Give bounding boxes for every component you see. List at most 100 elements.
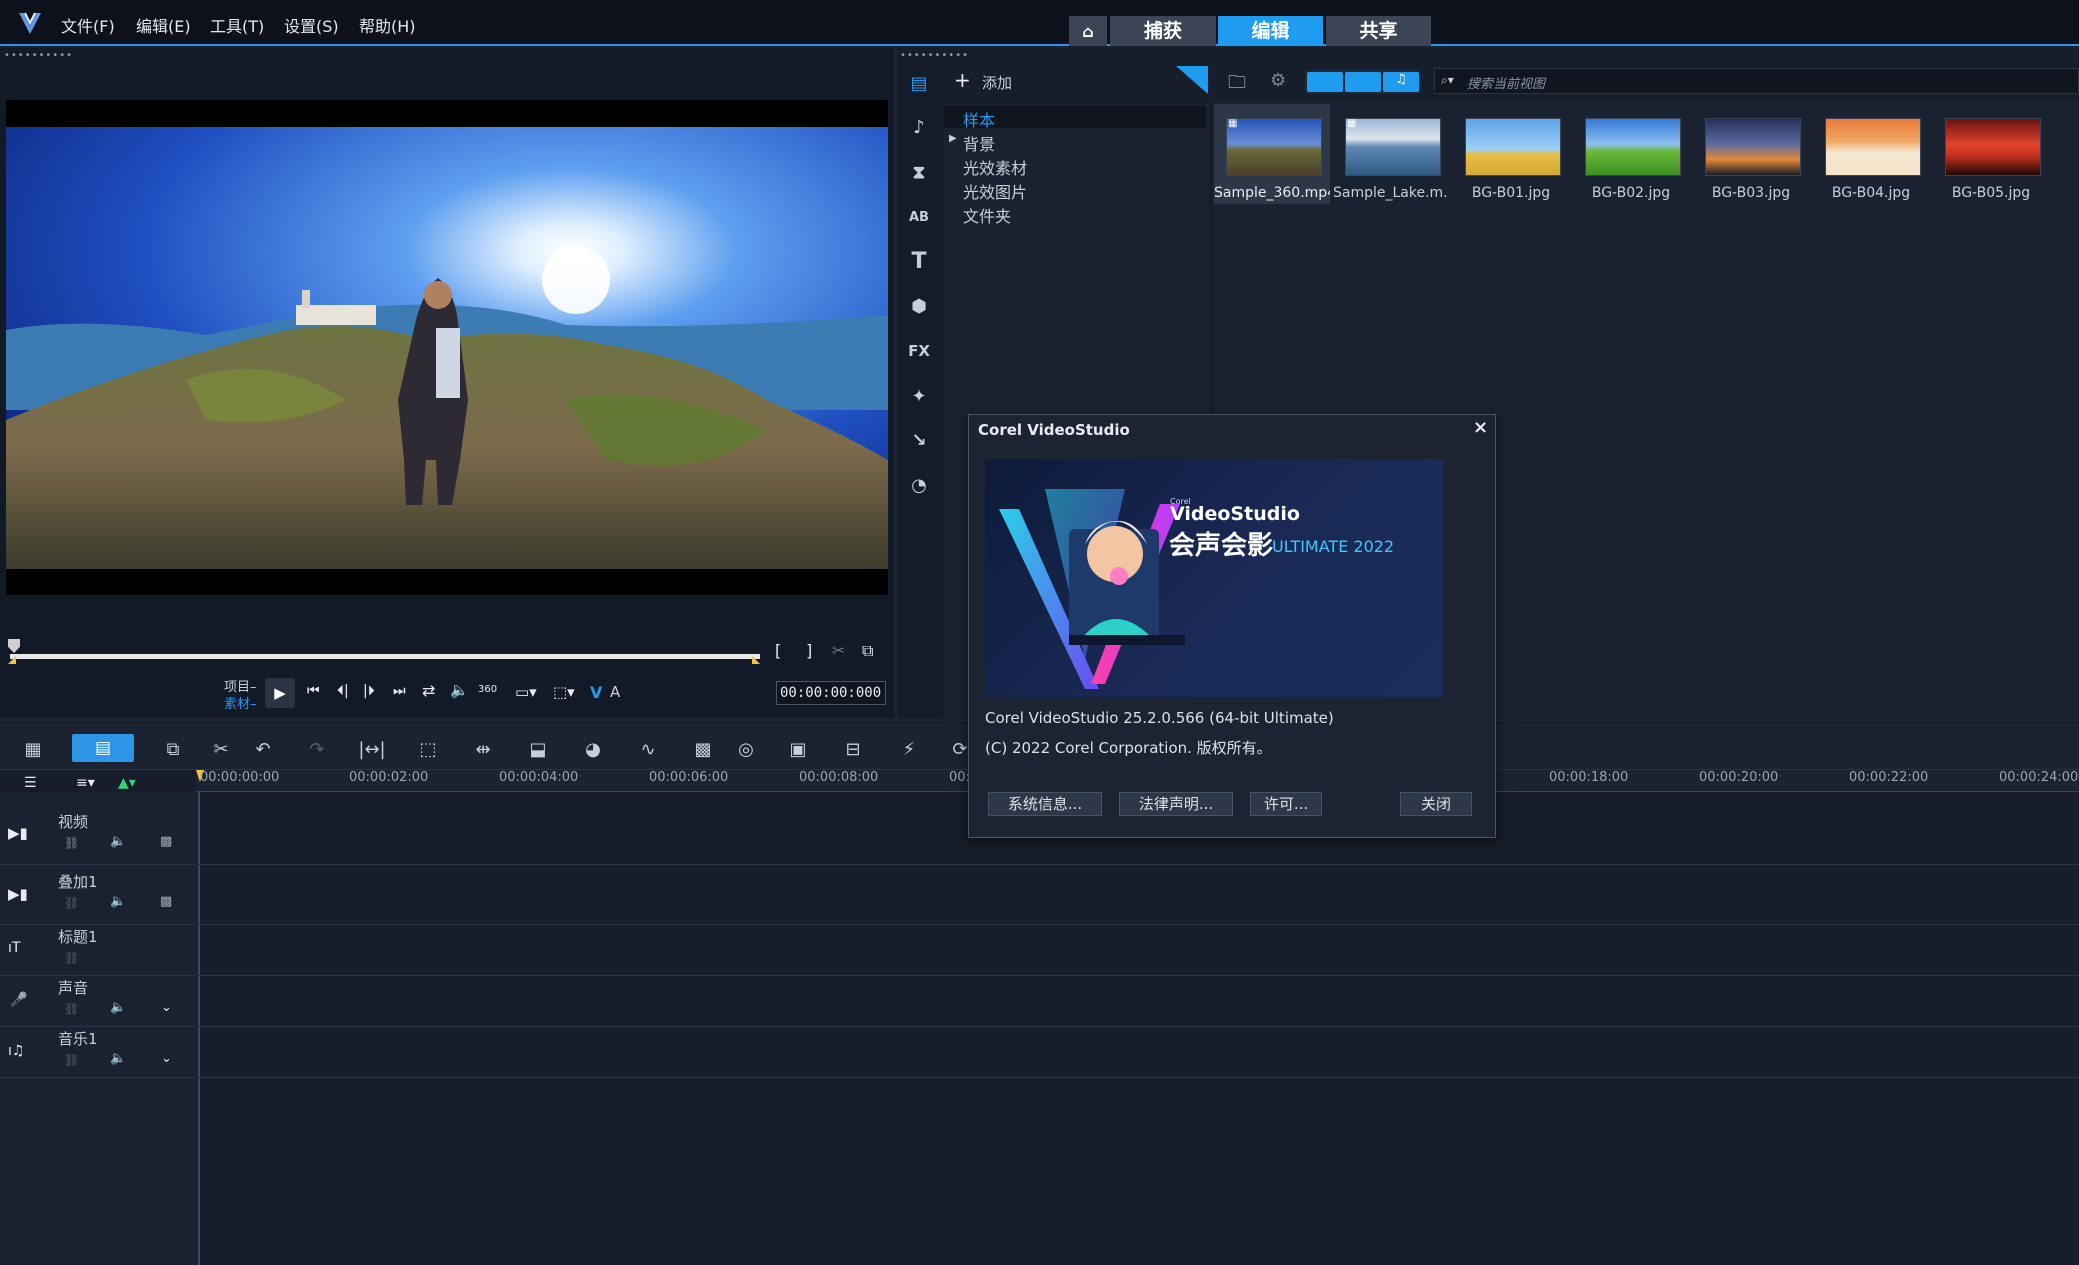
- redo-icon[interactable]: ↷: [302, 736, 332, 762]
- thumbnail-item[interactable]: BG-B01.jpg: [1453, 104, 1569, 204]
- menu-tools[interactable]: 工具(T): [210, 13, 264, 37]
- go-to-start-icon[interactable]: ⏮: [307, 683, 320, 699]
- dialog-close-icon[interactable]: ×: [1473, 417, 1488, 438]
- tree-item-background[interactable]: 背景: [963, 131, 995, 155]
- tab-capture[interactable]: 捕获: [1110, 16, 1216, 46]
- mode-clip-label[interactable]: 素材–: [224, 693, 257, 712]
- track-volume-icon[interactable]: 🔈: [110, 1000, 126, 1015]
- menu-file[interactable]: 文件(F): [61, 13, 115, 37]
- instant-project-icon[interactable]: ♪: [904, 112, 934, 142]
- filter-audio-button[interactable]: ♫: [1383, 72, 1419, 92]
- mark-in-button[interactable]: [: [775, 641, 781, 660]
- transition-icon[interactable]: ⧗: [904, 157, 934, 187]
- copy-icon[interactable]: ⧉: [158, 736, 188, 762]
- timeline-view-button[interactable]: ▤: [72, 734, 134, 762]
- text-icon[interactable]: T: [904, 246, 934, 276]
- speed-icon[interactable]: ◔: [904, 470, 934, 500]
- system-info-button[interactable]: 系统信息...: [988, 792, 1102, 816]
- expand-arrow-icon[interactable]: ▶: [949, 133, 957, 144]
- enlarge-preview-icon[interactable]: ⧉: [862, 641, 873, 661]
- thumbnail-item[interactable]: BG-B04.jpg: [1813, 104, 1929, 204]
- subtitle-icon[interactable]: ▣: [783, 736, 813, 762]
- previous-frame-icon[interactable]: ⏴|: [337, 683, 349, 699]
- preview-mode-icon[interactable]: ▭▾: [515, 683, 537, 701]
- audio-toggle[interactable]: A: [610, 683, 620, 701]
- track-manager-icon[interactable]: ☰: [24, 775, 37, 791]
- scrubber-track[interactable]: [10, 654, 760, 659]
- thumbnail-item[interactable]: BG-B05.jpg: [1933, 104, 2049, 204]
- undo-icon[interactable]: ↶: [248, 736, 278, 762]
- preview-video[interactable]: [6, 100, 888, 595]
- split-icon[interactable]: ⇹: [468, 736, 498, 762]
- search-input[interactable]: ⌕▾ 搜索当前视图: [1434, 68, 2079, 94]
- view-360-button[interactable]: 360: [478, 684, 497, 695]
- volume-icon[interactable]: 🔈: [450, 681, 469, 699]
- tab-edit[interactable]: 编辑: [1218, 16, 1323, 46]
- add-icon[interactable]: +: [954, 68, 971, 92]
- tree-item-folder[interactable]: 文件夹: [963, 203, 1011, 227]
- import-folder-icon[interactable]: 🗀: [1228, 70, 1246, 100]
- legal-notice-button[interactable]: 法律声明...: [1119, 792, 1233, 816]
- close-button[interactable]: 关闭: [1400, 792, 1472, 816]
- link-icon[interactable]: ⛓: [64, 836, 79, 850]
- mark-out-button[interactable]: ]: [806, 641, 812, 660]
- repeat-icon[interactable]: ⇄: [422, 681, 435, 700]
- video-toggle[interactable]: V: [590, 683, 602, 702]
- link-icon[interactable]: ⛓: [64, 896, 79, 910]
- add-folder-label[interactable]: 添加: [982, 72, 1012, 93]
- color-icon[interactable]: ◕: [578, 736, 608, 762]
- settings-gear-icon[interactable]: ⚙: [1270, 70, 1286, 91]
- split-screen-icon[interactable]: ⊟: [838, 736, 868, 762]
- tools-icon[interactable]: ✂: [206, 736, 236, 762]
- thumbnail-item[interactable]: BG-B02.jpg: [1573, 104, 1689, 204]
- chevron-down-icon[interactable]: ⌄: [161, 1000, 172, 1015]
- timecode-field[interactable]: 00:00:00:000: [776, 681, 886, 705]
- menu-edit[interactable]: 编辑(E): [136, 13, 191, 37]
- track-grid-icon[interactable]: ▩: [160, 894, 172, 909]
- link-icon[interactable]: ⛓: [64, 1002, 79, 1016]
- track-volume-icon[interactable]: 🔈: [110, 894, 126, 909]
- add-marker-icon[interactable]: ▲▾: [118, 775, 136, 791]
- audio-wave-icon[interactable]: ∿: [633, 736, 663, 762]
- title-icon[interactable]: AB: [904, 202, 934, 232]
- thumbnail-image: [1945, 118, 2041, 176]
- multicam-icon[interactable]: ▩: [688, 736, 718, 762]
- thumbnail-item[interactable]: ▦ Sample_360.mp4: [1214, 104, 1330, 204]
- filter-photo-button[interactable]: [1345, 72, 1381, 92]
- go-to-end-icon[interactable]: ⏭: [393, 683, 406, 699]
- path-icon[interactable]: ↘: [904, 425, 934, 455]
- media-icon[interactable]: ▤: [904, 68, 934, 98]
- license-button[interactable]: 许可...: [1250, 792, 1322, 816]
- tree-item-light-effect[interactable]: 光效素材: [963, 155, 1027, 179]
- resize-icon[interactable]: ⬓: [523, 736, 553, 762]
- link-icon[interactable]: ⛓: [64, 951, 79, 965]
- link-icon[interactable]: ⛓: [64, 1053, 79, 1067]
- chevron-down-icon[interactable]: ⌄: [161, 1051, 172, 1066]
- tab-share[interactable]: 共享: [1326, 16, 1431, 46]
- crop-icon[interactable]: ⬚: [413, 736, 443, 762]
- thumbnail-item[interactable]: ▦ Sample_Lake.m...: [1333, 104, 1449, 204]
- motion-icon[interactable]: ⚡: [894, 736, 924, 762]
- panel-grip[interactable]: ••••••••••: [4, 50, 73, 61]
- scissors-icon[interactable]: ✂: [832, 641, 845, 660]
- menu-settings[interactable]: 设置(S): [284, 13, 339, 37]
- filter-video-button[interactable]: [1307, 72, 1343, 92]
- tree-item-sample[interactable]: 样本: [963, 107, 995, 131]
- menu-help[interactable]: 帮助(H): [359, 13, 416, 37]
- chapter-icon[interactable]: ≡▾: [76, 775, 95, 791]
- graphics-icon[interactable]: ⬢: [904, 291, 934, 321]
- track-volume-icon[interactable]: 🔈: [110, 1051, 126, 1066]
- thumbnail-item[interactable]: BG-B03.jpg: [1693, 104, 1809, 204]
- preview-select-icon[interactable]: ⬚▾: [553, 683, 575, 701]
- track-volume-icon[interactable]: 🔈: [110, 834, 126, 849]
- track-grid-icon[interactable]: ▩: [160, 834, 172, 849]
- fit-timeline-icon[interactable]: |↔|: [357, 736, 387, 762]
- magic-wand-icon[interactable]: ✦: [904, 381, 934, 411]
- tree-item-light-image[interactable]: 光效图片: [963, 179, 1027, 203]
- blend-icon[interactable]: ◎: [731, 736, 761, 762]
- tab-home[interactable]: ⌂: [1069, 16, 1107, 46]
- fx-icon[interactable]: FX: [904, 336, 934, 366]
- play-button[interactable]: ▶: [265, 678, 295, 708]
- storyboard-view-icon[interactable]: ▦: [18, 736, 48, 762]
- next-frame-icon[interactable]: |⏵: [363, 683, 375, 699]
